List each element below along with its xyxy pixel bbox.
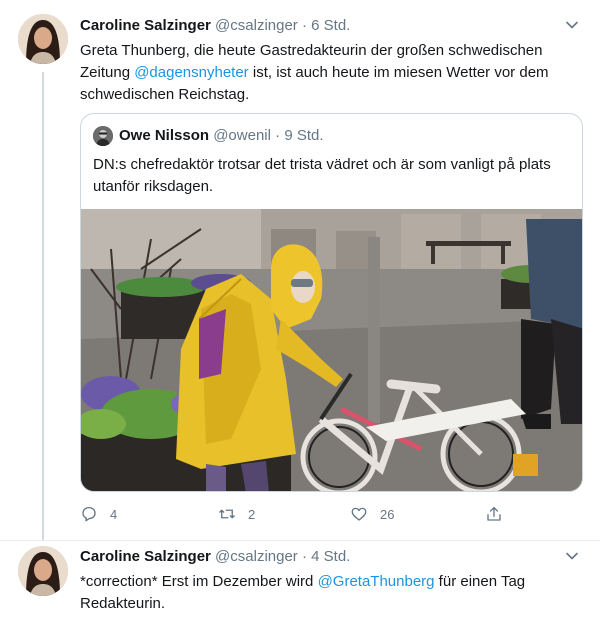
tweet-text: *correction* Erst im Dezember wird @Gret… bbox=[80, 571, 585, 615]
author-handle: @owenil bbox=[213, 127, 271, 144]
like-count: 26 bbox=[380, 506, 395, 522]
chevron-down-icon[interactable] bbox=[564, 17, 580, 33]
avatar bbox=[93, 126, 113, 146]
tweet[interactable]: Caroline Salzinger @csalzinger · 4 Std. … bbox=[0, 540, 600, 627]
share-icon bbox=[487, 506, 501, 521]
author-name[interactable]: Caroline Salzinger bbox=[80, 548, 211, 565]
retweet-count: 2 bbox=[248, 506, 256, 522]
quoted-tweet-text: DN:s chefredaktör trotsar det trista väd… bbox=[93, 156, 551, 195]
author-handle[interactable]: @csalzinger bbox=[215, 17, 298, 34]
tweet-text-part: *correction* Erst im Dezember wird bbox=[80, 573, 318, 590]
retweet-button[interactable]: 2 bbox=[218, 503, 255, 525]
separator-dot: · bbox=[301, 548, 307, 565]
avatar[interactable] bbox=[18, 546, 68, 596]
separator-dot: · bbox=[275, 127, 281, 144]
separator-dot: · bbox=[301, 17, 307, 34]
avatar[interactable] bbox=[18, 14, 68, 64]
tweet-text: Greta Thunberg, die heute Gastredakteuri… bbox=[80, 40, 585, 106]
tweet-actions: 4 2 26 bbox=[80, 503, 520, 525]
reply-button[interactable]: 4 bbox=[80, 503, 117, 525]
quoted-tweet[interactable]: Owe Nilsson @owenil · 9 Std. DN:s chefre… bbox=[80, 113, 583, 492]
author-name[interactable]: Caroline Salzinger bbox=[80, 17, 211, 34]
retweet-icon bbox=[219, 509, 235, 519]
tweet-header: Caroline Salzinger @csalzinger · 4 Std. bbox=[80, 547, 350, 567]
like-button[interactable]: 26 bbox=[350, 503, 394, 525]
tweet-header: Caroline Salzinger @csalzinger · 6 Std. bbox=[80, 16, 350, 36]
like-icon bbox=[351, 507, 367, 521]
mention-link[interactable]: @dagensnyheter bbox=[134, 64, 248, 81]
reply-count: 4 bbox=[110, 506, 118, 522]
author-name: Owe Nilsson bbox=[119, 127, 210, 144]
timestamp: 9 Std. bbox=[284, 127, 324, 144]
tweet[interactable]: Caroline Salzinger @csalzinger · 6 Std. … bbox=[0, 0, 600, 540]
share-button[interactable] bbox=[485, 503, 515, 525]
tweet-photo[interactable] bbox=[81, 209, 582, 491]
timestamp[interactable]: 6 Std. bbox=[311, 17, 350, 34]
thread-connector-line bbox=[42, 72, 44, 540]
reply-icon bbox=[82, 506, 96, 522]
timestamp[interactable]: 4 Std. bbox=[311, 548, 350, 565]
mention-link[interactable]: @GretaThunberg bbox=[318, 573, 435, 590]
chevron-down-icon[interactable] bbox=[564, 548, 580, 564]
author-handle[interactable]: @csalzinger bbox=[215, 548, 298, 565]
quoted-tweet-header: Owe Nilsson @owenil · 9 Std. bbox=[93, 126, 324, 146]
